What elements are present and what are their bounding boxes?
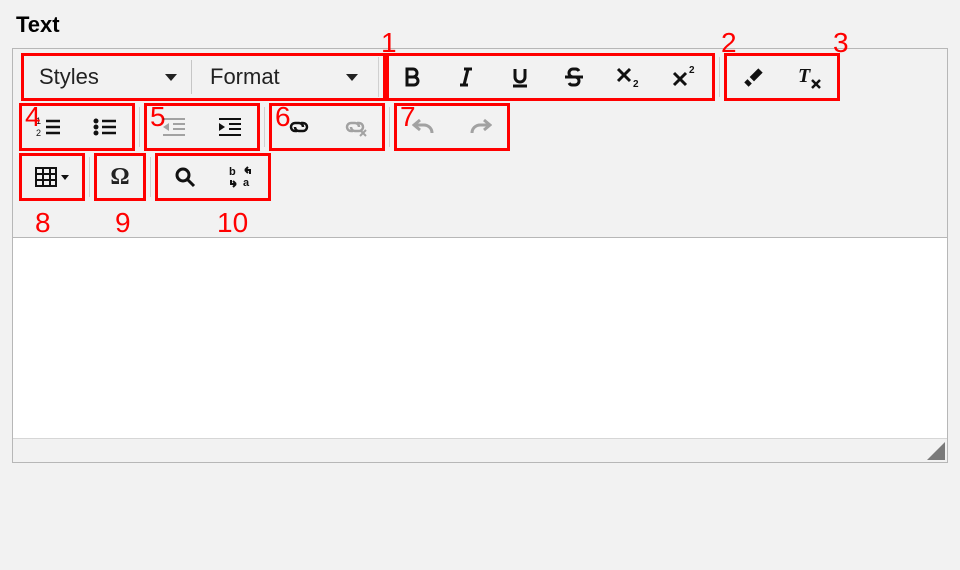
indent-icon <box>217 116 243 138</box>
unlink-icon <box>342 116 368 138</box>
underline-button[interactable] <box>493 55 547 99</box>
separator <box>389 107 390 147</box>
outdent-icon <box>161 116 187 138</box>
svg-text:1: 1 <box>36 116 41 126</box>
bullet-list-button[interactable] <box>77 105 133 149</box>
separator <box>150 157 151 197</box>
list-group: 4 12 <box>21 105 133 149</box>
insert-table-button[interactable] <box>21 155 83 199</box>
special-char-group: Ω <box>96 155 144 199</box>
svg-text:2: 2 <box>689 65 695 76</box>
redo-icon <box>468 117 492 137</box>
link-group: 6 <box>271 105 383 149</box>
svg-text:2: 2 <box>36 128 41 138</box>
subscript-button[interactable]: 2 <box>601 55 657 99</box>
resize-handle[interactable] <box>927 442 945 460</box>
numbered-list-icon: 12 <box>36 116 62 138</box>
subscript-icon: 2 <box>615 65 643 89</box>
remove-format-button[interactable]: T <box>782 55 838 99</box>
chevron-down-icon <box>165 74 177 81</box>
replace-button[interactable]: ba <box>213 155 269 199</box>
italic-button[interactable] <box>439 55 493 99</box>
superscript-button[interactable]: 2 <box>657 55 713 99</box>
editor-footer <box>13 438 947 462</box>
svg-text:T: T <box>798 65 811 87</box>
superscript-icon: 2 <box>671 65 699 89</box>
unlink-button[interactable] <box>327 105 383 149</box>
redo-button[interactable] <box>452 105 508 149</box>
separator <box>378 57 379 97</box>
undo-redo-group: 7 <box>396 105 508 149</box>
find-replace-group: ba <box>157 155 269 199</box>
svg-text:2: 2 <box>633 79 639 89</box>
separator <box>264 107 265 147</box>
bold-icon <box>400 65 424 89</box>
toolbar-row-2: 4 12 5 <box>21 105 939 149</box>
format-dropdown-label: Format <box>210 64 280 90</box>
strikethrough-icon <box>561 65 587 89</box>
remove-format-icon: T <box>796 64 824 90</box>
replace-icon: ba <box>228 166 254 188</box>
link-icon <box>286 116 312 138</box>
styles-dropdown-label: Styles <box>39 64 99 90</box>
undo-icon <box>412 117 436 137</box>
bullet-list-icon <box>92 116 118 138</box>
svg-text:b: b <box>229 166 236 178</box>
separator <box>139 107 140 147</box>
chevron-down-icon <box>346 74 358 81</box>
link-button[interactable] <box>271 105 327 149</box>
separator <box>89 157 90 197</box>
editor-content-area[interactable] <box>13 238 947 438</box>
editor-toolbar: Styles Format 1 <box>13 49 947 238</box>
paint-brush-icon <box>741 64 767 90</box>
rich-text-editor: Styles Format 1 <box>12 48 948 463</box>
styles-format-group: Styles Format <box>21 55 372 99</box>
undo-button[interactable] <box>396 105 452 149</box>
section-title: Text <box>16 12 948 38</box>
chevron-down-icon <box>61 175 69 180</box>
special-char-button[interactable]: Ω <box>96 155 144 199</box>
find-button[interactable] <box>157 155 213 199</box>
format-tools-group: T <box>726 55 838 99</box>
omega-icon: Ω <box>110 164 129 191</box>
numbered-list-button[interactable]: 12 <box>21 105 77 149</box>
strikethrough-button[interactable] <box>547 55 601 99</box>
outdent-button[interactable] <box>146 105 202 149</box>
styles-dropdown[interactable]: Styles <box>21 55 191 99</box>
format-dropdown[interactable]: Format <box>192 55 372 99</box>
toolbar-row-3: 8 Ω 9 ba 10 <box>21 155 939 199</box>
bold-button[interactable] <box>385 55 439 99</box>
svg-text:a: a <box>243 177 250 188</box>
search-icon <box>174 166 196 188</box>
toolbar-row-1: Styles Format 1 <box>21 55 939 99</box>
indent-button[interactable] <box>202 105 258 149</box>
indent-group: 5 <box>146 105 258 149</box>
separator <box>719 57 720 97</box>
table-group <box>21 155 83 199</box>
table-icon <box>35 167 57 187</box>
copy-formatting-button[interactable] <box>726 55 782 99</box>
text-style-group: 2 2 <box>385 55 713 99</box>
italic-icon <box>454 65 478 89</box>
underline-icon <box>508 65 532 89</box>
